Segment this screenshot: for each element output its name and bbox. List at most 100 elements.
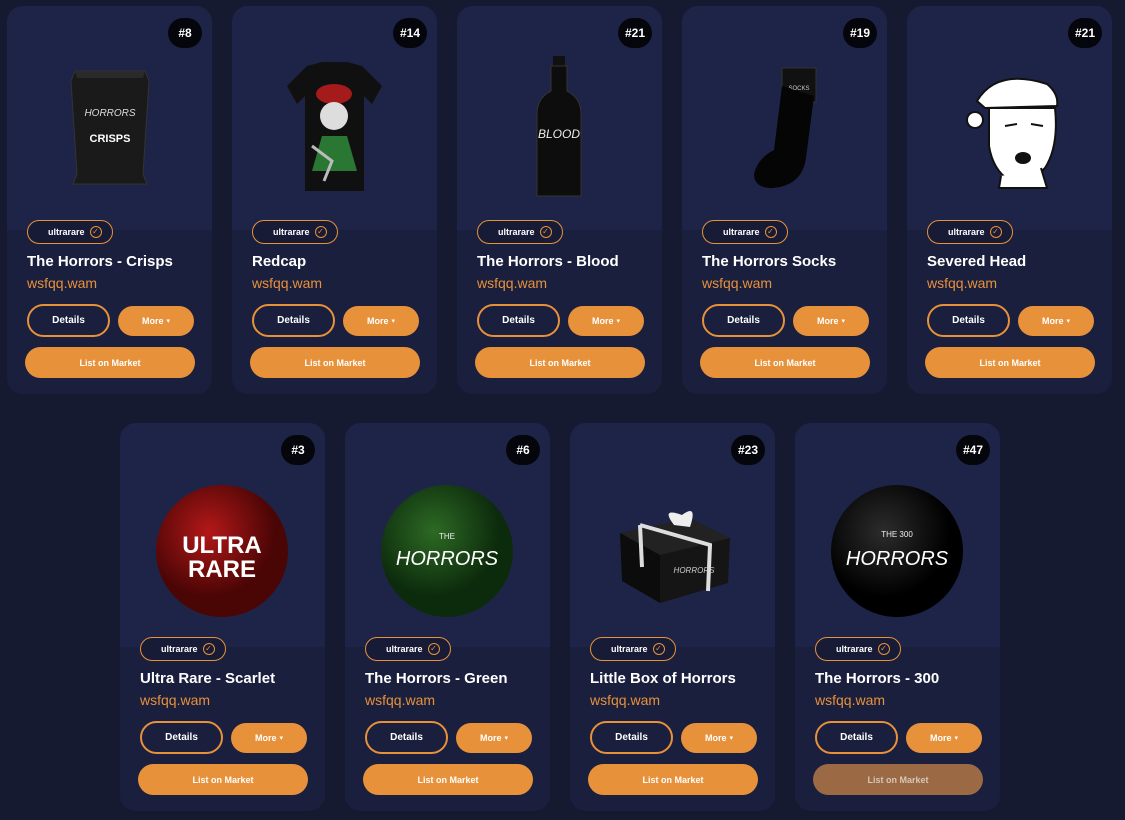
list-on-market-button[interactable]: List on Market [363, 764, 533, 795]
rarity-badge: ultrarare ✓ [702, 220, 788, 244]
owner-account[interactable]: wsfqq.wam [702, 275, 772, 291]
nft-image[interactable] [252, 46, 417, 211]
nft-name: The Horrors - Crisps [27, 253, 173, 270]
nft-card[interactable]: #3 ULTRA RARE ultrarare ✓ Ultra Rare - S… [120, 423, 325, 811]
owner-account[interactable]: wsfqq.wam [252, 275, 322, 291]
owner-account[interactable]: wsfqq.wam [27, 275, 97, 291]
nft-card[interactable]: #19 SOCKS ultrarare ✓ The Horrors Socks … [682, 6, 887, 394]
rarity-badge: ultrarare ✓ [252, 220, 338, 244]
caret-down-icon: ▾ [729, 735, 734, 742]
caret-down-icon: ▾ [166, 318, 171, 325]
svg-text:BLOOD: BLOOD [538, 127, 580, 141]
verified-check-icon: ✓ [314, 226, 327, 238]
nft-card[interactable]: #21 BLOOD ultrarare ✓ The Horrors - Bloo… [457, 6, 662, 394]
details-button[interactable]: Details [27, 304, 110, 337]
list-on-market-button[interactable]: List on Market [25, 347, 195, 378]
owner-account[interactable]: wsfqq.wam [590, 692, 660, 708]
nft-image[interactable]: BLOOD [477, 46, 642, 211]
more-button[interactable]: More ▾ [1018, 306, 1094, 336]
details-button[interactable]: Details [365, 721, 448, 754]
rarity-label: ultrarare [386, 644, 423, 654]
mint-number-badge: #23 [731, 435, 765, 465]
mint-number-badge: #14 [393, 18, 427, 48]
svg-text:CRISPS: CRISPS [90, 133, 131, 145]
details-button[interactable]: Details [815, 721, 898, 754]
details-button[interactable]: Details [252, 304, 335, 337]
nft-image[interactable]: SOCKS [702, 46, 867, 211]
mint-number-badge: #8 [168, 18, 202, 48]
nft-card[interactable]: #8 HORRORS CRISPS ultrarare ✓ The Horror… [7, 6, 212, 394]
nft-image[interactable] [927, 46, 1092, 211]
nft-card[interactable]: #6 THE HORRORS ultrarare ✓ The Horrors -… [345, 423, 550, 811]
caret-down-icon: ▾ [1066, 318, 1071, 325]
rarity-badge: ultrarare ✓ [815, 637, 901, 661]
svg-text:THE 300: THE 300 [881, 530, 913, 539]
owner-account[interactable]: wsfqq.wam [927, 275, 997, 291]
more-label: More [929, 733, 952, 743]
list-on-market-button[interactable]: List on Market [700, 347, 870, 378]
mint-number-badge: #47 [956, 435, 990, 465]
svg-text:HORRORS: HORRORS [84, 108, 135, 119]
mint-number-badge: #3 [281, 435, 315, 465]
more-button[interactable]: More ▾ [681, 723, 757, 753]
nft-name: Severed Head [927, 253, 1027, 270]
nft-card[interactable]: #47 THE 300 HORRORS ultrarare ✓ The Horr… [795, 423, 1000, 811]
more-label: More [479, 733, 502, 743]
details-button[interactable]: Details [590, 721, 673, 754]
nft-image[interactable]: HORRORS [590, 463, 755, 628]
caret-down-icon: ▾ [616, 318, 621, 325]
svg-text:RARE: RARE [188, 556, 256, 583]
list-on-market-button[interactable]: List on Market [250, 347, 420, 378]
details-button[interactable]: Details [140, 721, 223, 754]
nft-image[interactable]: ULTRA RARE [140, 463, 305, 628]
nft-image[interactable]: HORRORS CRISPS [27, 46, 192, 211]
rarity-badge: ultrarare ✓ [140, 637, 226, 661]
more-button[interactable]: More ▾ [793, 306, 869, 336]
more-label: More [816, 316, 839, 326]
owner-account[interactable]: wsfqq.wam [140, 692, 210, 708]
nft-name: The Horrors - 300 [815, 670, 940, 687]
more-button[interactable]: More ▾ [456, 723, 532, 753]
mint-number-badge: #21 [1068, 18, 1102, 48]
nft-image[interactable]: THE 300 HORRORS [815, 463, 980, 628]
verified-check-icon: ✓ [202, 643, 215, 655]
rarity-label: ultrarare [161, 644, 198, 654]
details-button[interactable]: Details [702, 304, 785, 337]
more-button[interactable]: More ▾ [568, 306, 644, 336]
more-button[interactable]: More ▾ [906, 723, 982, 753]
owner-account[interactable]: wsfqq.wam [477, 275, 547, 291]
nft-card[interactable]: #21 ultrarare ✓ Severed Head wsfqq.wam D… [907, 6, 1112, 394]
rarity-badge: ultrarare ✓ [27, 220, 113, 244]
mint-number-badge: #21 [618, 18, 652, 48]
verified-check-icon: ✓ [539, 226, 552, 238]
nft-card[interactable]: #23 HORRORS ultrarare ✓ Little Box of Ho… [570, 423, 775, 811]
list-on-market-button[interactable]: List on Market [813, 764, 983, 795]
nft-image[interactable]: THE HORRORS [365, 463, 530, 628]
details-button[interactable]: Details [927, 304, 1010, 337]
list-on-market-button[interactable]: List on Market [475, 347, 645, 378]
nft-card[interactable]: #14 ultrarare ✓ Redcap wsfqq.wam Details… [232, 6, 437, 394]
list-on-market-button[interactable]: List on Market [925, 347, 1095, 378]
list-on-market-button[interactable]: List on Market [138, 764, 308, 795]
more-button[interactable]: More ▾ [343, 306, 419, 336]
list-on-market-button[interactable]: List on Market [588, 764, 758, 795]
caret-down-icon: ▾ [279, 735, 284, 742]
nft-name: Little Box of Horrors [590, 670, 736, 687]
nft-name: The Horrors - Blood [477, 253, 619, 270]
mint-number-badge: #6 [506, 435, 540, 465]
more-button[interactable]: More ▾ [118, 306, 194, 336]
rarity-badge: ultrarare ✓ [365, 637, 451, 661]
nft-name: The Horrors - Green [365, 670, 508, 687]
more-label: More [254, 733, 277, 743]
mint-number-badge: #19 [843, 18, 877, 48]
owner-account[interactable]: wsfqq.wam [815, 692, 885, 708]
more-button[interactable]: More ▾ [231, 723, 307, 753]
rarity-label: ultrarare [723, 227, 760, 237]
rarity-label: ultrarare [48, 227, 85, 237]
owner-account[interactable]: wsfqq.wam [365, 692, 435, 708]
svg-text:HORRORS: HORRORS [674, 566, 716, 575]
verified-check-icon: ✓ [89, 226, 102, 238]
caret-down-icon: ▾ [841, 318, 846, 325]
verified-check-icon: ✓ [877, 643, 890, 655]
details-button[interactable]: Details [477, 304, 560, 337]
